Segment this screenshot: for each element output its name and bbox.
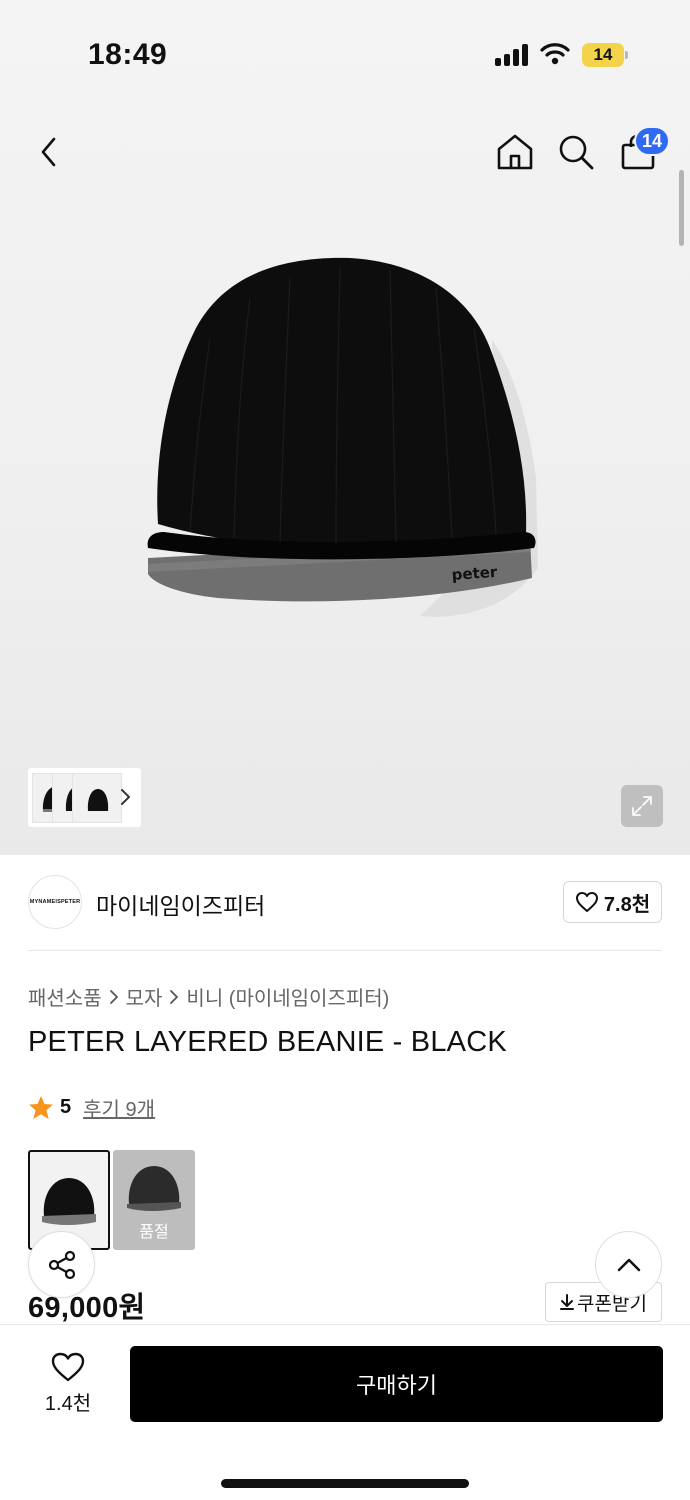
search-icon — [559, 135, 594, 170]
scroll-to-top-button[interactable] — [595, 1231, 662, 1298]
review-link[interactable]: 후기 9개 — [83, 1093, 155, 1122]
status-time: 18:49 — [88, 38, 168, 71]
product-like-button[interactable]: 1.4천 — [28, 1349, 108, 1417]
brand-logo[interactable]: MYNAMEISPETER — [28, 875, 82, 929]
breadcrumb-item-fashion-accessories[interactable]: 패션소품 — [28, 982, 102, 1011]
home-icon — [497, 134, 533, 170]
cart-count-badge: 14 — [634, 126, 671, 156]
breadcrumb-item-beanie[interactable]: 비니 (마이네임이즈피터) — [186, 982, 389, 1011]
product-title: PETER LAYERED BEANIE - BLACK — [28, 1026, 507, 1058]
product-main-image[interactable]: peter — [140, 248, 540, 638]
wifi-icon — [540, 43, 570, 65]
heart-icon — [575, 892, 598, 912]
brand-like-count: 7.8천 — [603, 893, 651, 916]
battery-icon: 14 — [582, 43, 628, 67]
brand-row[interactable]: MYNAMEISPETER 마이네임이즈피터 7.8천 — [0, 855, 690, 951]
image-thumbnails[interactable] — [28, 768, 141, 827]
share-button[interactable] — [28, 1231, 95, 1298]
heart-icon — [51, 1352, 85, 1381]
share-icon — [48, 1250, 75, 1279]
home-indicator — [221, 1479, 469, 1488]
brand-like-button[interactable]: 7.8천 — [563, 881, 662, 923]
brand-name[interactable]: 마이네임이즈피터 — [96, 887, 265, 921]
rating-score: 5 — [60, 1096, 72, 1118]
soldout-label: 품절 — [139, 1224, 169, 1241]
product-like-count: 1.4천 — [44, 1392, 92, 1415]
color-option-soldout[interactable]: 품절 — [113, 1150, 195, 1250]
top-navigation: 14 — [0, 120, 690, 184]
cellular-signal-icon — [495, 44, 529, 66]
download-icon — [560, 1294, 575, 1310]
bottom-action-bar: 1.4천 구매하기 — [0, 1324, 690, 1500]
back-button[interactable] — [25, 128, 73, 176]
home-button[interactable] — [491, 128, 539, 176]
chevron-right-icon — [170, 989, 179, 1004]
chevron-left-icon — [41, 137, 56, 167]
expand-icon — [632, 796, 652, 816]
rating-row: 5 후기 9개 — [28, 1093, 155, 1122]
breadcrumb-item-hats[interactable]: 모자 — [126, 982, 163, 1011]
chevron-right-icon[interactable] — [119, 785, 133, 809]
battery-level: 14 — [582, 43, 624, 67]
search-button[interactable] — [552, 128, 600, 176]
buy-button[interactable]: 구매하기 — [130, 1346, 663, 1422]
product-detail-screen: peter 18:49 14 14 MYNAMEISPETER 마이네임이즈피터… — [0, 0, 690, 1500]
divider — [28, 950, 662, 951]
thumbnail-3[interactable] — [72, 772, 122, 823]
chevron-up-icon — [617, 1258, 640, 1271]
expand-image-button[interactable] — [621, 785, 663, 827]
status-bar: 18:49 14 — [0, 0, 690, 110]
chevron-right-icon — [109, 989, 118, 1004]
beanie-logo-text: peter — [451, 563, 498, 584]
star-icon — [29, 1096, 53, 1119]
breadcrumb: 패션소품 모자 비니 (마이네임이즈피터) — [28, 982, 389, 1011]
